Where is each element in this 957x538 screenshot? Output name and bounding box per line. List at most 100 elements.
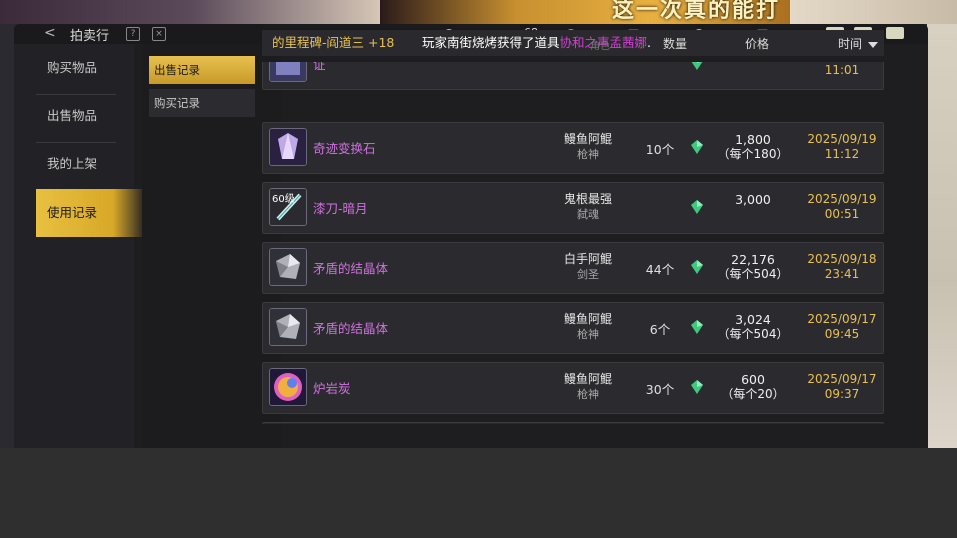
record-list[interactable]: 证 枪神 （每个100） 11:01 奇迹变换石 鳗鱼阿鲲枪神 10个 1,80…: [262, 62, 884, 424]
table-row[interactable]: 炉岩炭 鳗鱼阿鲲枪神 30个 600 （每个20） 2025/09/17 09:37: [262, 362, 884, 414]
item-name[interactable]: 矛盾的结晶体: [313, 318, 388, 337]
seller: 鳗鱼阿鲲 枪神: [523, 132, 653, 162]
time: 09:37: [824, 387, 860, 401]
quantity: 30个: [645, 382, 675, 397]
table-row[interactable]: 奇迹变换石 鳗鱼阿鲲 枪神 10个 1,800 （每个180） 2025/09/19…: [262, 122, 884, 174]
seller: 鳗鱼阿鲲 枪神: [523, 312, 653, 342]
nav-sell-items[interactable]: 出售物品: [36, 92, 146, 140]
price: 3,024 （每个504）: [703, 312, 803, 342]
nav-usage-records[interactable]: 使用记录: [36, 189, 146, 237]
price: 22,176 （每个504）: [703, 252, 803, 282]
ticker-text: 玩家南街烧烤获得了道具: [422, 35, 560, 50]
time: 11:01: [824, 63, 860, 77]
price-unit: （每个20）: [721, 387, 785, 401]
gem-icon: [691, 140, 703, 154]
table-row[interactable]: 60级 漆刀-暗月 鬼根最强弑魂 3,000 2025/09/19 00:51: [262, 182, 884, 234]
timestamp: 2025/09/17 09:37: [803, 372, 881, 402]
price-total: 600: [741, 372, 765, 387]
nav-my-listings[interactable]: 我的上架: [36, 140, 146, 188]
gem-icon: [691, 320, 703, 334]
table-row[interactable]: 炉岩炭 鳗鱼阿鲲 344个 6,880 2025/09/17: [262, 422, 884, 424]
header-price[interactable]: 价格: [745, 35, 769, 52]
price-unit: （每个100）: [703, 62, 803, 63]
price-unit: （每个504）: [717, 327, 789, 341]
gem-icon: [691, 62, 703, 70]
item-blade-icon: 60级: [269, 188, 307, 226]
settings-button[interactable]: [886, 27, 904, 39]
timestamp: 2025/09/18 23:41: [803, 252, 881, 282]
item-prism-icon: [269, 308, 307, 346]
seller-class: 枪神: [523, 62, 653, 63]
price-total: 3,024: [735, 312, 771, 327]
seller-class: 枪神: [577, 388, 599, 401]
price-total: 1,800: [735, 132, 771, 147]
price-unit: （每个504）: [717, 267, 789, 281]
price-total: 3,000: [735, 192, 771, 207]
quantity: 44个: [645, 262, 675, 277]
table-row[interactable]: 证 枪神 （每个100） 11:01: [262, 62, 884, 90]
seller-name: 鳗鱼阿鲲: [563, 312, 612, 326]
ticker-suffix: .: [647, 35, 652, 50]
item-name[interactable]: 炉岩炭: [313, 378, 351, 397]
price: 3,000: [703, 192, 803, 207]
price: 600 （每个20）: [703, 372, 803, 402]
date: 2025/09/19: [807, 132, 877, 146]
date: 2025/09/17: [807, 312, 877, 326]
table-row[interactable]: 矛盾的结晶体 鳗鱼阿鲲 枪神 6个 3,024 （每个504） 2025/09/17…: [262, 302, 884, 354]
poster-text: 这一次真的能打: [611, 0, 780, 23]
seller: 鳗鱼阿鲲 枪神: [523, 372, 653, 402]
sub-navigation: 出售记录 购买记录: [142, 44, 282, 448]
item-crystal-icon: [269, 128, 307, 166]
announcement-ticker-left: 的里程碑-阎道三 +18: [272, 35, 395, 50]
timestamp: 11:01: [803, 62, 881, 78]
tab-buy-records[interactable]: 购买记录: [149, 89, 255, 117]
seller: 枪神: [523, 62, 653, 63]
back-icon[interactable]: <: [44, 25, 56, 41]
date: 2025/09/18: [807, 252, 877, 266]
nav-buy-items[interactable]: 购买物品: [36, 44, 146, 92]
seller-class: 剑圣: [577, 268, 599, 281]
item-book-icon: [269, 62, 307, 82]
time: 00:51: [824, 207, 860, 221]
item-level-label: 60级: [272, 194, 295, 205]
timestamp: 2025/09/19 00:51: [803, 192, 881, 222]
announcement-ticker-right: 玩家南街烧烤获得了道具协和之声孟茜娜.: [422, 32, 651, 51]
item-name[interactable]: 矛盾的结晶体: [313, 258, 388, 277]
item-orb-icon: [269, 368, 307, 406]
seller-class: 枪神: [577, 148, 599, 161]
seller: 白手阿鲲 剑圣: [523, 252, 653, 282]
seller-name: 鳗鱼阿鲲: [563, 132, 612, 146]
item-name[interactable]: 证: [313, 62, 326, 73]
seller-name: 鬼根最强: [563, 192, 612, 206]
gem-icon: [691, 260, 703, 274]
tab-sell-records[interactable]: 出售记录: [149, 56, 255, 84]
date: 2025/09/19: [807, 192, 877, 206]
background-bottom: [0, 448, 957, 538]
sort-down-icon: [868, 41, 879, 48]
header-time-label: 时间: [838, 37, 863, 51]
price-total: 22,176: [731, 252, 775, 267]
close-icon[interactable]: ×: [152, 27, 166, 41]
header-time-sort[interactable]: 时间: [838, 35, 879, 52]
gem-icon: [691, 200, 703, 214]
seller-name: 鳗鱼阿鲲: [563, 372, 612, 386]
help-icon[interactable]: ?: [126, 27, 140, 41]
seller-class: 弑魂: [577, 208, 599, 221]
price: （每个100）: [703, 62, 803, 63]
item-name[interactable]: 奇迹变换石: [313, 138, 376, 157]
header-seller: 角色: [590, 41, 610, 52]
price-unit: （每个180）: [717, 147, 789, 161]
date: 2025/09/17: [807, 372, 877, 386]
left-navigation: 购买物品 出售物品 我的上架 使用记录: [14, 44, 146, 448]
item-name[interactable]: 漆刀-暗月: [313, 198, 368, 217]
seller-name: 白手阿鲲: [563, 252, 612, 266]
item-prism-icon: [269, 248, 307, 286]
seller: 鬼根最强 弑魂: [523, 192, 653, 222]
table-row[interactable]: 矛盾的结晶体 白手阿鲲剑圣 44个 22,176 （每个504） 2025/09/…: [262, 242, 884, 294]
time: 11:12: [824, 147, 860, 161]
background-poster: 这一次真的能打: [380, 0, 790, 24]
header-qty[interactable]: 数量: [663, 35, 687, 52]
timestamp: 2025/09/19 11:12: [803, 132, 881, 162]
gem-icon: [691, 380, 703, 394]
time: 23:41: [824, 267, 860, 281]
